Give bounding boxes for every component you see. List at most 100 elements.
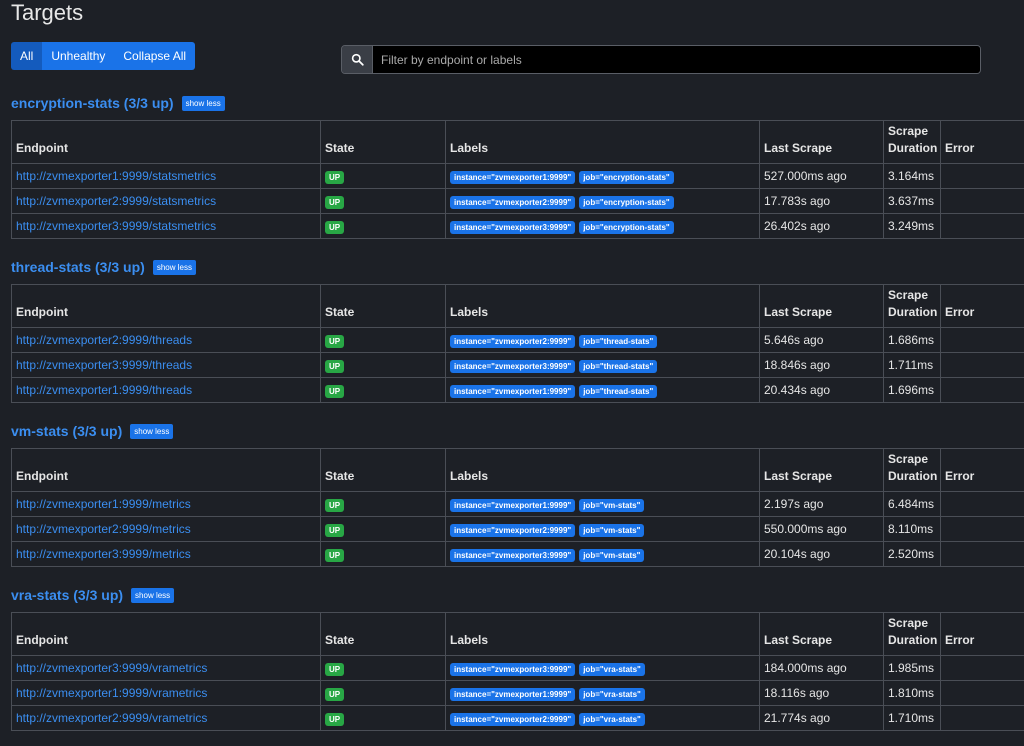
state-badge: UP [325, 384, 345, 398]
scrape-duration-cell: 2.520ms [883, 541, 941, 567]
error-cell [940, 327, 1024, 353]
scrape-duration-header-text: Scrape [888, 124, 929, 138]
error-header-text: Error [945, 633, 975, 647]
table-row: http://zvmexporter3:9999/vrametrics UP ins… [11, 655, 1024, 681]
scrape-duration-cell: 1.696ms [883, 377, 941, 403]
endpoint-link[interactable]: http://zvmexporter2:9999/statsmetrics [16, 194, 216, 208]
last-scrape-cell: 550.000ms ago [759, 516, 884, 542]
unhealthy-filter-button[interactable]: Unhealthy [42, 42, 115, 70]
labels-cell: instance="zvmexporter1:9999" job="vm-stat… [445, 491, 760, 517]
section-title[interactable]: encryption-stats (3/3 up) [11, 95, 174, 111]
error-cell [940, 680, 1024, 706]
last-scrape-cell: 5.646s ago [759, 327, 884, 353]
state-cell: UP [320, 705, 446, 731]
job-label-badge: job="vm-stats" [579, 548, 645, 562]
endpoint-cell: http://zvmexporter1:9999/threads [11, 377, 321, 403]
collapse-all-button[interactable]: Collapse All [114, 42, 196, 70]
error-cell [940, 352, 1024, 378]
target-section: vm-stats (3/3 up) show less Endpoint State L… [11, 421, 1024, 567]
labels-cell: instance="zvmexporter3:9999" job="encrypt… [445, 213, 760, 239]
last-scrape-header-text: Last Scrape [764, 305, 833, 319]
search-input[interactable] [373, 46, 980, 73]
scrape-duration-cell: 3.249ms [883, 213, 941, 239]
scrape-duration-header-text: Scrape [888, 452, 929, 466]
job-label-badge: job="encryption-stats" [579, 195, 674, 209]
endpoint-header-text: Endpoint [16, 469, 68, 483]
show-less-button[interactable]: show less [152, 259, 196, 275]
instance-label-badge: instance="zvmexporter3:9999" [450, 359, 576, 373]
labels-header-text: Labels [450, 305, 489, 319]
endpoint-cell: http://zvmexporter2:9999/statsmetrics [11, 188, 321, 214]
error-header-text: Error [945, 305, 975, 319]
labels-cell: instance="zvmexporter2:9999" job="vra-sta… [445, 705, 760, 731]
state-badge: UP [325, 498, 345, 512]
error-cell [940, 541, 1024, 567]
scrape-duration-header: Scrape Duration [883, 612, 941, 656]
state-header-text: State [325, 141, 355, 155]
endpoint-cell: http://zvmexporter3:9999/metrics [11, 541, 321, 567]
state-cell: UP [320, 491, 446, 517]
endpoint-link[interactable]: http://zvmexporter3:9999/threads [16, 358, 192, 372]
target-section: vra-stats (3/3 up) show less Endpoint State… [11, 585, 1024, 731]
endpoint-header: Endpoint [11, 448, 321, 492]
table-header-row: Endpoint State Labels Last Scrape Scrape Dura… [11, 612, 1024, 656]
endpoint-link[interactable]: http://zvmexporter1:9999/threads [16, 383, 192, 397]
error-header-text: Error [945, 469, 975, 483]
section-title[interactable]: vm-stats (3/3 up) [11, 423, 122, 439]
state-header: State [320, 612, 446, 656]
last-scrape-header-text: Last Scrape [764, 141, 833, 155]
error-cell [940, 213, 1024, 239]
last-scrape-cell: 26.402s ago [759, 213, 884, 239]
endpoint-cell: http://zvmexporter3:9999/threads [11, 352, 321, 378]
endpoint-cell: http://zvmexporter1:9999/vrametrics [11, 680, 321, 706]
endpoint-link[interactable]: http://zvmexporter1:9999/statsmetrics [16, 169, 216, 183]
job-label-badge: job="thread-stats" [579, 384, 658, 398]
endpoint-link[interactable]: http://zvmexporter2:9999/metrics [16, 522, 191, 536]
section-title[interactable]: vra-stats (3/3 up) [11, 587, 123, 603]
state-header: State [320, 448, 446, 492]
error-cell [940, 491, 1024, 517]
scrape-duration-header: Scrape Duration [883, 448, 941, 492]
endpoint-link[interactable]: http://zvmexporter3:9999/vrametrics [16, 661, 207, 675]
instance-label-badge: instance="zvmexporter1:9999" [450, 687, 576, 701]
endpoint-link[interactable]: http://zvmexporter3:9999/metrics [16, 547, 191, 561]
section-title[interactable]: thread-stats (3/3 up) [11, 259, 145, 275]
search-icon[interactable] [342, 46, 373, 73]
state-header: State [320, 120, 446, 164]
table-row: http://zvmexporter2:9999/statsmetrics UP i… [11, 188, 1024, 214]
targets-table: Endpoint State Labels Last Scrape Scrape Dura… [11, 612, 1024, 731]
endpoint-link[interactable]: http://zvmexporter1:9999/metrics [16, 497, 191, 511]
endpoint-link[interactable]: http://zvmexporter2:9999/vrametrics [16, 711, 207, 725]
show-less-button[interactable]: show less [131, 587, 175, 603]
table-row: http://zvmexporter2:9999/metrics UP instan… [11, 516, 1024, 542]
state-header-text: State [325, 469, 355, 483]
error-cell [940, 163, 1024, 189]
endpoint-link[interactable]: http://zvmexporter1:9999/vrametrics [16, 686, 207, 700]
all-filter-button[interactable]: All [11, 42, 43, 70]
labels-cell: instance="zvmexporter3:9999" job="vra-sta… [445, 655, 760, 681]
search-bar [341, 45, 981, 74]
job-label-badge: job="encryption-stats" [579, 220, 674, 234]
endpoint-link[interactable]: http://zvmexporter2:9999/threads [16, 333, 192, 347]
last-scrape-header: Last Scrape [759, 284, 884, 328]
endpoint-cell: http://zvmexporter2:9999/metrics [11, 516, 321, 542]
labels-cell: instance="zvmexporter3:9999" job="vm-stat… [445, 541, 760, 567]
labels-cell: instance="zvmexporter1:9999" job="vra-sta… [445, 680, 760, 706]
table-row: http://zvmexporter3:9999/metrics UP instan… [11, 541, 1024, 567]
last-scrape-cell: 18.116s ago [759, 680, 884, 706]
last-scrape-cell: 21.774s ago [759, 705, 884, 731]
table-header-row: Endpoint State Labels Last Scrape Scrape Dura… [11, 448, 1024, 492]
show-less-button[interactable]: show less [181, 95, 225, 111]
show-less-button[interactable]: show less [130, 423, 174, 439]
labels-header: Labels [445, 612, 760, 656]
instance-label-badge: instance="zvmexporter2:9999" [450, 712, 576, 726]
state-cell: UP [320, 188, 446, 214]
endpoint-header-text: Endpoint [16, 305, 68, 319]
state-header-text: State [325, 305, 355, 319]
scrape-duration-header-text: Duration [888, 141, 938, 155]
endpoint-link[interactable]: http://zvmexporter3:9999/statsmetrics [16, 219, 216, 233]
section-header: vra-stats (3/3 up) show less [11, 585, 1024, 605]
filter-button-group: All Unhealthy Collapse All [11, 42, 196, 70]
instance-label-badge: instance="zvmexporter2:9999" [450, 523, 576, 537]
scrape-duration-header-text: Duration [888, 305, 938, 319]
